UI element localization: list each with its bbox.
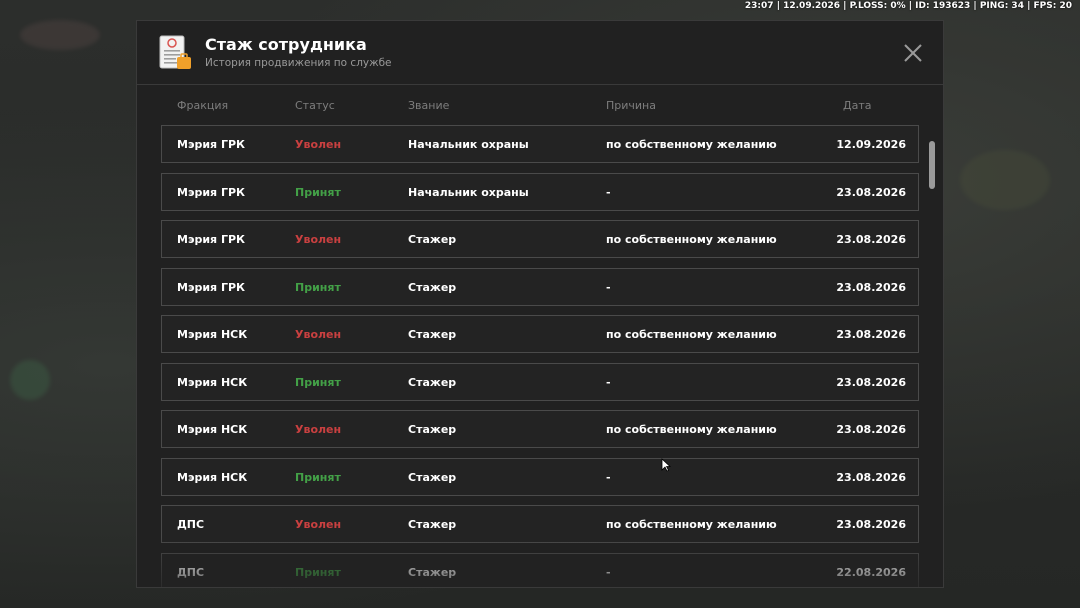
cell-rank: Начальник охраны bbox=[408, 138, 529, 151]
cell-status: Уволен bbox=[295, 423, 342, 436]
cell-faction: Мэрия ГРК bbox=[177, 185, 246, 199]
modal-header: Стаж сотрудника История продвижения по с… bbox=[137, 21, 943, 85]
scrollbar-thumb[interactable] bbox=[929, 141, 935, 189]
table-row: Мэрия ГРК Принят Стажер - 23.08.2026 bbox=[161, 267, 919, 306]
cell-date: 23.08.2026 bbox=[836, 185, 906, 199]
cell-status: Принят bbox=[295, 280, 341, 294]
cell-status: Уволен bbox=[295, 233, 342, 246]
column-faction: Фракция bbox=[177, 99, 229, 112]
cell-date: 22.08.2026 bbox=[836, 565, 906, 579]
column-reason: Причина bbox=[606, 99, 656, 112]
column-rank: Звание bbox=[408, 99, 450, 112]
cell-date: 23.08.2026 bbox=[836, 280, 906, 294]
employee-history-modal: Стаж сотрудника История продвижения по с… bbox=[136, 20, 944, 588]
cell-reason: по собственному желанию bbox=[606, 328, 777, 341]
cell-date: 23.08.2026 bbox=[836, 518, 906, 531]
cell-status: Принят bbox=[295, 565, 341, 579]
table-row: Мэрия ГРК Уволен Стажер по собственному … bbox=[161, 220, 919, 258]
cell-rank: Стажер bbox=[408, 423, 457, 436]
table-row: Мэрия НСК Уволен Стажер по собственному … bbox=[161, 410, 919, 448]
cell-reason: - bbox=[606, 280, 611, 294]
cell-status: Уволен bbox=[295, 328, 342, 341]
cell-rank: Начальник охраны bbox=[408, 185, 529, 199]
cell-rank: Стажер bbox=[408, 375, 457, 389]
cell-status: Уволен bbox=[295, 518, 342, 531]
table-row: ДПС Уволен Стажер по собственному желани… bbox=[161, 505, 919, 543]
cell-date: 23.08.2026 bbox=[836, 328, 906, 341]
cell-rank: Стажер bbox=[408, 233, 457, 246]
cell-reason: по собственному желанию bbox=[606, 518, 777, 531]
close-icon[interactable] bbox=[903, 43, 923, 63]
cell-status: Принят bbox=[295, 375, 341, 389]
cell-reason: - bbox=[606, 375, 611, 389]
cell-faction: Мэрия НСК bbox=[177, 423, 248, 436]
background-blob bbox=[10, 360, 50, 400]
cell-faction: Мэрия НСК bbox=[177, 375, 248, 389]
cell-status: Уволен bbox=[295, 138, 342, 151]
cell-status: Принят bbox=[295, 185, 341, 199]
history-table[interactable]: Мэрия ГРК Уволен Начальник охраны по соб… bbox=[161, 125, 919, 587]
hud-status-bar: 23:07 | 12.09.2026 | P.LOSS: 0% | ID: 19… bbox=[744, 1, 1072, 11]
cell-date: 23.08.2026 bbox=[836, 233, 906, 246]
mouse-cursor-icon bbox=[661, 458, 671, 472]
cell-faction: Мэрия ГРК bbox=[177, 280, 246, 294]
cell-faction: Мэрия ГРК bbox=[177, 233, 246, 246]
cell-faction: ДПС bbox=[177, 565, 205, 579]
cell-status: Принят bbox=[295, 470, 341, 484]
cell-faction: Мэрия ГРК bbox=[177, 138, 246, 151]
cell-reason: - bbox=[606, 470, 611, 484]
column-date: Дата bbox=[843, 99, 872, 112]
table-row: Мэрия ГРК Уволен Начальник охраны по соб… bbox=[161, 125, 919, 163]
cell-reason: по собственному желанию bbox=[606, 423, 777, 436]
cell-reason: - bbox=[606, 565, 611, 579]
table-row: ДПС Принят Стажер - 22.08.2026 bbox=[161, 552, 919, 587]
table-header: Фракция Статус Звание Причина Дата bbox=[137, 85, 943, 125]
cell-date: 23.08.2026 bbox=[836, 375, 906, 389]
table-row: Мэрия НСК Принят Стажер - 23.08.2026 bbox=[161, 362, 919, 401]
background-blob bbox=[960, 150, 1050, 210]
modal-title: Стаж сотрудника bbox=[205, 35, 367, 54]
cell-reason: по собственному желанию bbox=[606, 233, 777, 246]
table-row: Мэрия НСК Принят Стажер - 23.08.2026 bbox=[161, 457, 919, 496]
cell-faction: ДПС bbox=[177, 518, 205, 531]
modal-subtitle: История продвижения по службе bbox=[205, 57, 392, 69]
column-status: Статус bbox=[295, 99, 335, 112]
cell-reason: по собственному желанию bbox=[606, 138, 777, 151]
cell-date: 23.08.2026 bbox=[836, 470, 906, 484]
cell-date: 12.09.2026 bbox=[836, 138, 906, 151]
table-row: Мэрия НСК Уволен Стажер по собственному … bbox=[161, 315, 919, 353]
cell-date: 23.08.2026 bbox=[836, 423, 906, 436]
cell-rank: Стажер bbox=[408, 470, 457, 484]
background-blob bbox=[20, 20, 100, 50]
cell-faction: Мэрия НСК bbox=[177, 470, 248, 484]
cell-faction: Мэрия НСК bbox=[177, 328, 248, 341]
table-row: Мэрия ГРК Принят Начальник охраны - 23.0… bbox=[161, 172, 919, 211]
document-icon bbox=[159, 35, 191, 69]
cell-rank: Стажер bbox=[408, 518, 457, 531]
cell-reason: - bbox=[606, 185, 611, 199]
cell-rank: Стажер bbox=[408, 565, 457, 579]
cell-rank: Стажер bbox=[408, 328, 457, 341]
cell-rank: Стажер bbox=[408, 280, 457, 294]
